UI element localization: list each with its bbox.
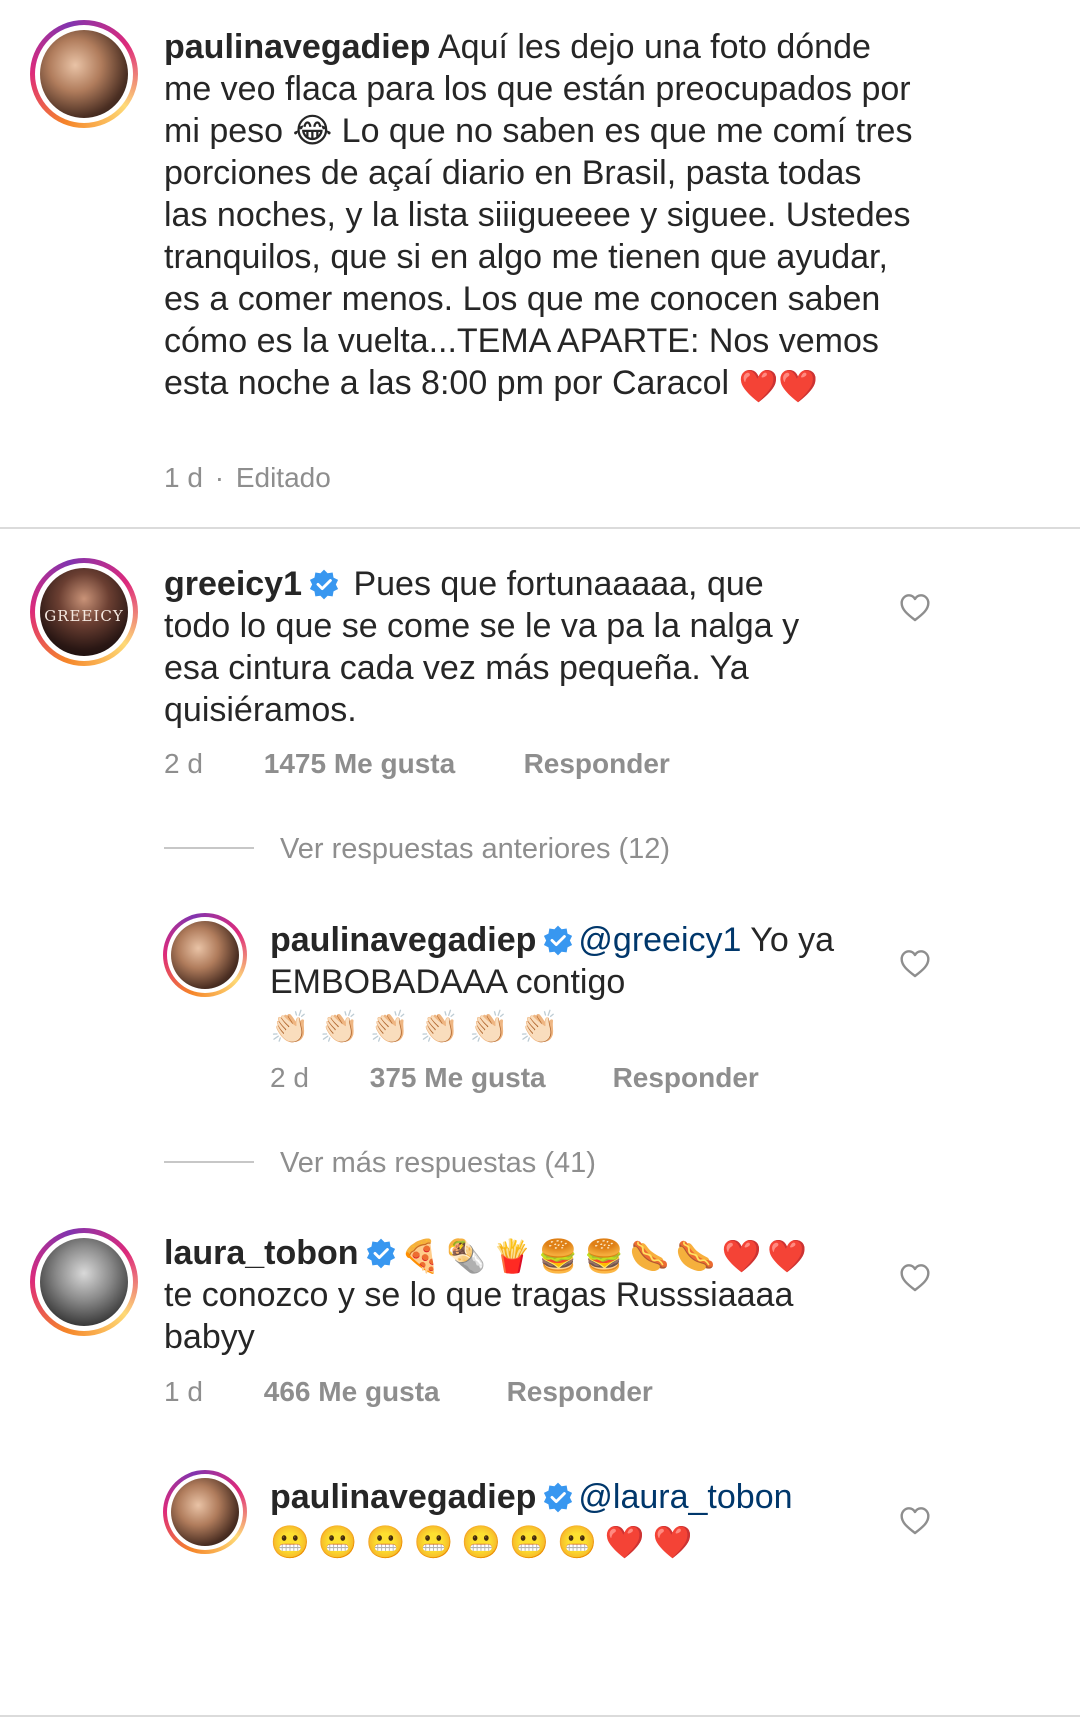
replies-line bbox=[164, 1161, 254, 1163]
reply-username[interactable]: paulinavegadiep bbox=[270, 921, 536, 959]
comment-meta: 2 d 1475 Me gusta Responder bbox=[164, 748, 670, 780]
comment-username[interactable]: laura_tobon bbox=[164, 1234, 359, 1272]
reply-meta: 2 d 375 Me gusta Responder bbox=[270, 1062, 759, 1094]
reply-text-block: paulinavegadiep @laura_tobon 😬😬😬😬😬😬😬❤️❤️ bbox=[270, 1476, 880, 1560]
view-previous-replies-label: Ver respuestas anteriores (12) bbox=[280, 833, 671, 865]
avatar-image bbox=[171, 1478, 239, 1546]
mention-link[interactable]: @greeicy1 bbox=[578, 921, 741, 959]
comment-time: 2 d bbox=[164, 748, 203, 779]
reply-button[interactable]: Responder bbox=[507, 1376, 653, 1408]
verified-badge-icon bbox=[309, 569, 339, 600]
bottom-divider bbox=[0, 1715, 1080, 1717]
reply-username[interactable]: paulinavegadiep bbox=[270, 1478, 536, 1516]
replies-line bbox=[164, 847, 254, 849]
avatar[interactable] bbox=[163, 1470, 247, 1554]
comment-meta: 1 d 466 Me gusta Responder bbox=[164, 1376, 653, 1408]
verified-badge-icon bbox=[544, 1482, 573, 1513]
caption-separator: · bbox=[214, 462, 225, 493]
avatar-logo-text: GREEICY bbox=[44, 606, 124, 625]
caption-username[interactable]: paulinavegadiep bbox=[164, 28, 430, 66]
comment-text-block: laura_tobon 🍕🌯🍟🍔🍔🌭🌭❤️❤️ te conozco y se l… bbox=[164, 1232, 844, 1358]
view-more-replies[interactable]: Ver más respuestas (41) bbox=[164, 1147, 596, 1180]
like-count[interactable]: 375 Me gusta bbox=[370, 1062, 605, 1094]
caption-heart-emoji: ❤️❤️ bbox=[738, 368, 819, 404]
heart-outline-icon[interactable] bbox=[898, 592, 932, 624]
comment-username[interactable]: greeicy1 bbox=[164, 565, 302, 603]
reply-text-block: paulinavegadiep @greeicy1 Yo ya EMBOBADAA… bbox=[270, 919, 880, 1045]
grimacing-emoji: 😬😬😬😬😬😬😬❤️❤️ bbox=[270, 1524, 701, 1560]
avatar[interactable]: GREEICY bbox=[30, 558, 138, 666]
view-more-replies-label: Ver más respuestas (41) bbox=[280, 1147, 596, 1179]
avatar-image bbox=[40, 1238, 128, 1326]
food-emoji: 🍕🌯🍟🍔🍔🌭🌭❤️❤️ bbox=[400, 1238, 814, 1274]
caption-time: 1 d bbox=[164, 462, 203, 493]
avatar[interactable] bbox=[30, 1228, 138, 1336]
caption-text-block: paulinavegadiep Aquí les dejo una foto d… bbox=[164, 26, 914, 404]
reply-time: 2 d bbox=[270, 1062, 309, 1093]
caption-meta: 1 d · Editado bbox=[164, 462, 331, 494]
reply-button[interactable]: Responder bbox=[613, 1062, 759, 1094]
mention-link[interactable]: @laura_tobon bbox=[578, 1478, 792, 1516]
verified-badge-icon bbox=[544, 925, 573, 956]
comment-text-block: greeicy1 Pues que fortunaaaaa, que todo … bbox=[164, 563, 824, 731]
heart-outline-icon[interactable] bbox=[898, 948, 932, 980]
caption-edited: Editado bbox=[235, 462, 331, 493]
like-count[interactable]: 1475 Me gusta bbox=[264, 748, 516, 780]
avatar-image bbox=[40, 30, 128, 118]
heart-outline-icon[interactable] bbox=[898, 1262, 932, 1294]
reply-button[interactable]: Responder bbox=[524, 748, 670, 780]
like-count[interactable]: 466 Me gusta bbox=[264, 1376, 499, 1408]
view-previous-replies[interactable]: Ver respuestas anteriores (12) bbox=[164, 833, 670, 866]
clapping-emoji: 👏🏻👏🏻👏🏻👏🏻👏🏻👏🏻 bbox=[270, 1009, 570, 1045]
divider bbox=[0, 527, 1080, 529]
verified-badge-icon bbox=[366, 1238, 395, 1269]
comment-time: 1 d bbox=[164, 1376, 203, 1407]
avatar-image bbox=[171, 921, 239, 989]
caption-text: Aquí les dejo una foto dónde me veo flac… bbox=[164, 28, 913, 402]
avatar-image: GREEICY bbox=[40, 568, 128, 656]
comment-text: te conozco y se lo que tragas Russsiaaaa… bbox=[164, 1276, 794, 1356]
avatar[interactable] bbox=[163, 913, 247, 997]
heart-outline-icon[interactable] bbox=[898, 1505, 932, 1537]
avatar[interactable] bbox=[30, 20, 138, 128]
